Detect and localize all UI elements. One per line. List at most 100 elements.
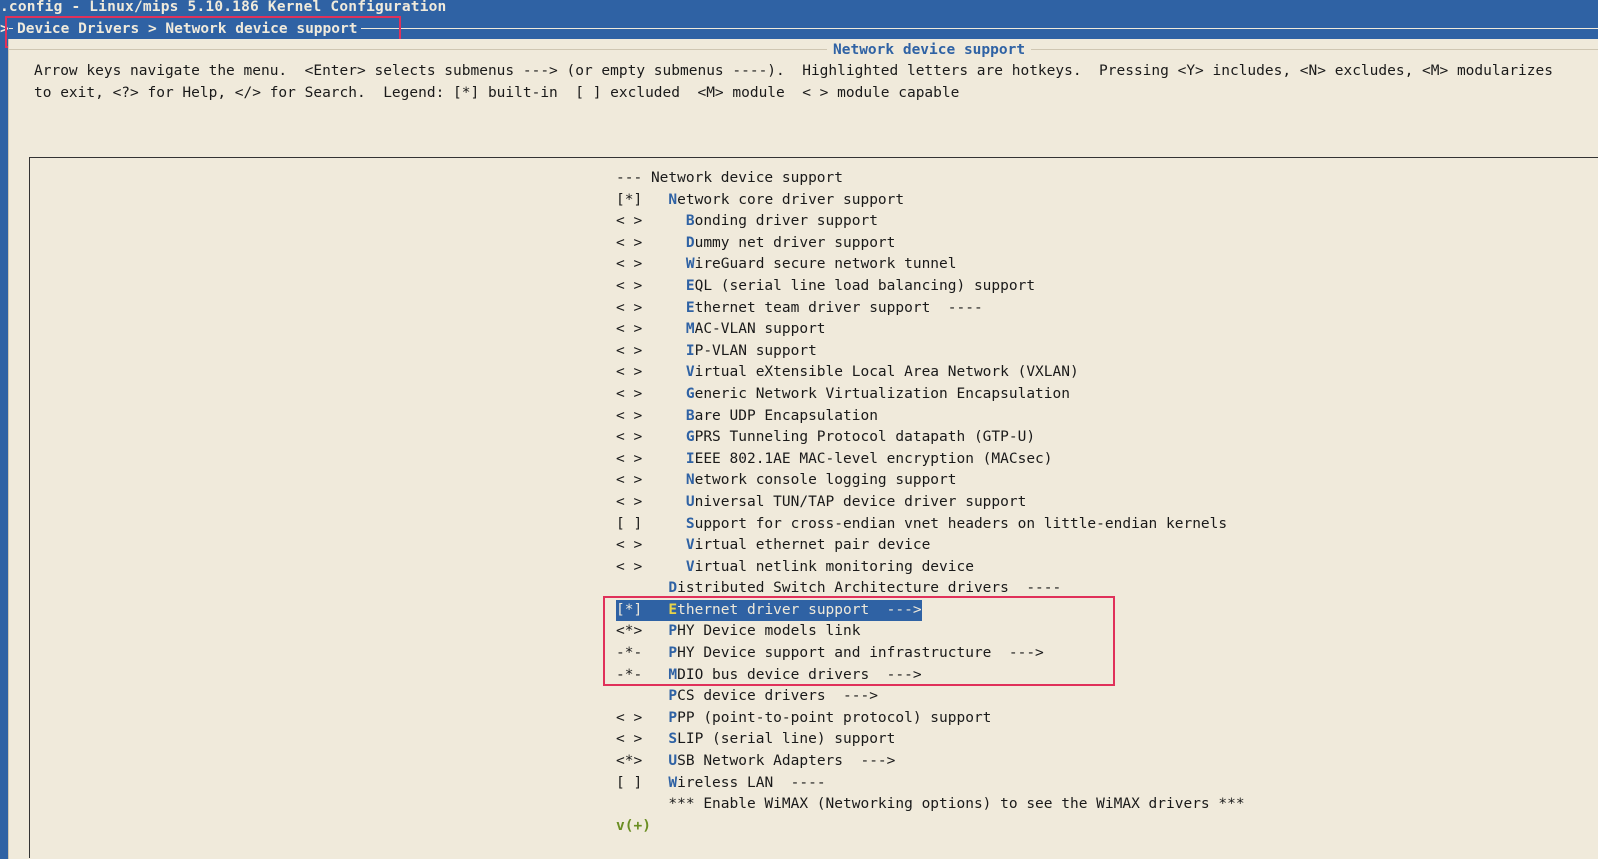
menu-item[interactable]: < > SLIP (serial line) support: [616, 729, 1245, 751]
menu-item-indent: [642, 408, 686, 424]
menu-item[interactable]: -*- PHY Device support and infrastructur…: [616, 643, 1245, 665]
menu-item-label: thernet team driver support ----: [694, 299, 983, 316]
menu-item[interactable]: -*- MDIO bus device drivers --->: [616, 665, 1245, 687]
menu-item[interactable]: [ ] Support for cross-endian vnet header…: [616, 514, 1245, 536]
menu-item-content: [ ] Wireless LAN ----: [616, 775, 826, 791]
menu-item-content: <*> USB Network Adapters --->: [616, 753, 895, 769]
menu-item-content: < > Network console logging support: [616, 472, 957, 488]
menu-item[interactable]: *** Enable WiMAX (Networking options) to…: [616, 794, 1244, 816]
menu-item-indent: [642, 667, 668, 683]
breadcrumb-arrow: >: [0, 19, 9, 39]
menu-item[interactable]: [ ] Wireless LAN ----: [616, 773, 1245, 795]
menu-item-hotkey: D: [668, 580, 678, 597]
menu-item[interactable]: < > Bare UDP Encapsulation: [616, 406, 1245, 428]
menu-item-content: *** Enable WiMAX (Networking options) to…: [616, 796, 1244, 812]
menu-item[interactable]: < > GPRS Tunneling Protocol datapath (GT…: [616, 427, 1245, 449]
menu-item-mark: < >: [616, 364, 643, 381]
menu-item-mark: < >: [616, 299, 643, 316]
menu-item-indent: [642, 516, 686, 532]
dialog-title-divider: [9, 49, 1598, 50]
menu-item-mark: <*>: [616, 623, 643, 640]
menu-item[interactable]: <*> PHY Device models link: [616, 621, 1245, 643]
menu-item-hotkey: N: [685, 472, 695, 489]
menu-item-label: etwork console logging support: [694, 472, 957, 489]
menu-item[interactable]: < > Universal TUN/TAP device driver supp…: [616, 492, 1245, 514]
menu-item-label: CS device drivers --->: [677, 688, 878, 705]
menu-item-hotkey: M: [668, 666, 678, 683]
menu-item[interactable]: < > Ethernet team driver support ----: [616, 298, 1245, 320]
menu-item[interactable]: < > Generic Network Virtualization Encap…: [616, 384, 1245, 406]
menu-item-indent: [642, 192, 668, 208]
menu-item[interactable]: <*> USB Network Adapters --->: [616, 751, 1245, 773]
menu-item-label: HY Device models link: [677, 623, 861, 640]
menu-item[interactable]: [*] Network core driver support: [616, 190, 1245, 212]
menu-item[interactable]: < > MAC-VLAN support: [616, 319, 1245, 341]
menu-item-hotkey: G: [685, 429, 695, 446]
menu-item-label: istributed Switch Architecture drivers -…: [677, 580, 1062, 597]
help-text: Arrow keys navigate the menu. <Enter> se…: [34, 61, 1553, 104]
menu-list[interactable]: --- Network device support [*] Network co…: [616, 168, 1245, 837]
menu-item-indent: [642, 775, 668, 791]
menu-item-mark: -*-: [616, 645, 643, 662]
menu-item-indent: [642, 343, 686, 359]
menu-item-content: Distributed Switch Architecture drivers …: [616, 580, 1061, 596]
menu-item[interactable]: --- Network device support: [616, 168, 1245, 190]
menu-item-hotkey: G: [685, 385, 695, 402]
menu-item-hotkey: N: [668, 191, 678, 208]
menu-item-content: < > Bare UDP Encapsulation: [616, 408, 878, 424]
window-title: .config - Linux/mips 5.10.186 Kernel Con…: [0, 0, 447, 15]
menu-item[interactable]: PCS device drivers --->: [616, 686, 1245, 708]
menu-item[interactable]: < > PPP (point-to-point protocol) suppor…: [616, 708, 1245, 730]
menu-item[interactable]: < > WireGuard secure network tunnel: [616, 254, 1245, 276]
menu-item[interactable]: < > Network console logging support: [616, 470, 1245, 492]
menu-item-hotkey: P: [668, 623, 678, 640]
menu-item-label: ummy net driver support: [694, 234, 896, 251]
menu-item-mark: < >: [616, 342, 643, 359]
menu-item[interactable]: < > Virtual eXtensible Local Area Networ…: [616, 362, 1245, 384]
menu-item-hotkey: V: [685, 558, 695, 575]
scroll-indicator: v(+): [616, 817, 651, 834]
menu-item-hotkey: P: [668, 645, 678, 662]
menu-item[interactable]: < > Virtual netlink monitoring device: [616, 557, 1245, 579]
menu-item-mark: < >: [616, 429, 643, 446]
menu-item-label: Network device support: [650, 170, 843, 186]
menu-item-label: SB Network Adapters --->: [677, 753, 896, 770]
menu-item[interactable]: < > Virtual ethernet pair device: [616, 535, 1245, 557]
menu-item[interactable]: < > Bonding driver support: [616, 211, 1245, 233]
menu-item-hotkey: I: [685, 342, 695, 359]
menu-item-label: onding driver support: [694, 213, 878, 230]
menu-item-mark: < >: [616, 385, 643, 402]
menu-item-content: <*> PHY Device models link: [616, 623, 860, 639]
menu-item-hotkey: I: [685, 450, 695, 467]
menu-item-mark: < >: [616, 450, 643, 467]
menu-item-indent: [642, 688, 668, 704]
menu-item[interactable]: < > IP-VLAN support: [616, 341, 1245, 363]
menu-item-label: QL (serial line load balancing) support: [694, 277, 1036, 294]
menu-item-mark: < >: [616, 493, 643, 510]
menu-item-content: < > Virtual ethernet pair device: [616, 537, 930, 553]
menu-item[interactable]: [*] Ethernet driver support --->: [616, 599, 1245, 622]
menu-item-hotkey: W: [668, 774, 678, 791]
menu-item-mark: < >: [616, 321, 643, 338]
menu-item-mark: [*]: [616, 601, 643, 618]
menu-item-mark: ---: [616, 170, 643, 186]
menu-item[interactable]: < > Dummy net driver support: [616, 233, 1245, 255]
menu-item-hotkey: B: [685, 213, 695, 230]
menu-item[interactable]: < > IEEE 802.1AE MAC-level encryption (M…: [616, 449, 1245, 471]
menu-item-hotkey: S: [685, 515, 695, 532]
menu-item-content: -*- MDIO bus device drivers --->: [616, 667, 922, 683]
menu-item-hotkey: M: [685, 321, 695, 338]
menu-item-mark: < >: [616, 731, 643, 748]
menu-item-content: < > Virtual netlink monitoring device: [616, 559, 974, 575]
menu-item[interactable]: < > EQL (serial line load balancing) sup…: [616, 276, 1245, 298]
menu-item-hotkey: U: [685, 493, 695, 510]
menu-item-label: eneric Network Virtualization Encapsulat…: [694, 385, 1070, 402]
menu-item-hotkey: U: [668, 753, 678, 770]
menu-item-label: niversal TUN/TAP device driver support: [694, 493, 1027, 510]
menu-item-indent: [642, 451, 686, 467]
menu-item-indent: [642, 580, 668, 596]
menu-item-label: ireGuard secure network tunnel: [694, 256, 957, 273]
menu-item[interactable]: Distributed Switch Architecture drivers …: [616, 578, 1245, 600]
menu-item-content: < > MAC-VLAN support: [616, 321, 826, 337]
menu-item-content: < > PPP (point-to-point protocol) suppor…: [616, 710, 991, 726]
